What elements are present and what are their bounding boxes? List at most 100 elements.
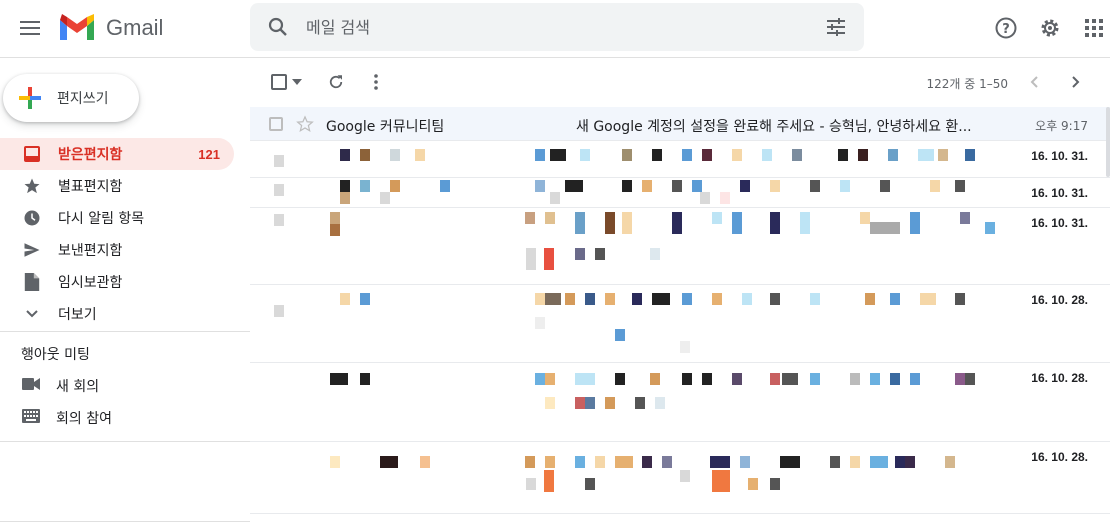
blurred-mail-row[interactable]: 16. 10. 31.	[250, 178, 1110, 208]
sidebar-item-drafts[interactable]: 임시보관함	[0, 266, 234, 298]
redaction-block	[585, 397, 595, 409]
sidebar-divider	[0, 441, 250, 442]
redaction-block	[682, 293, 692, 305]
compose-button[interactable]: 편지쓰기	[3, 74, 139, 122]
redaction-block	[545, 373, 555, 385]
redaction-block	[380, 192, 390, 204]
redaction-block	[420, 456, 430, 468]
refresh-icon[interactable]	[324, 70, 348, 94]
more-vert-icon[interactable]	[364, 70, 388, 94]
mail-subject: 새 Google 계정의 설정을 완료해 주세요 - 승혁님, 안녕하세요 환.…	[576, 119, 972, 135]
select-all-checkbox[interactable]	[266, 70, 306, 94]
redaction-block	[860, 212, 870, 224]
search-icon[interactable]	[266, 15, 290, 39]
blurred-mail-row[interactable]: 16. 10. 28.	[250, 285, 1110, 363]
redaction-block	[652, 293, 670, 305]
next-page-icon[interactable]	[1064, 70, 1088, 94]
blurred-mail-row[interactable]: 16. 10. 28.	[250, 363, 1110, 442]
redaction-block	[870, 373, 880, 385]
meet-join-meeting[interactable]: 회의 참여	[22, 402, 112, 434]
redaction-block	[850, 456, 860, 468]
redaction-block	[585, 293, 595, 305]
mail-date: 16. 10. 31.	[1031, 149, 1088, 163]
redaction-block	[880, 180, 890, 192]
sidebar-nav: 받은편지함 121 별표편지함 다시 알림 항목 보낸편지함 임시보관함 더보기	[0, 138, 250, 330]
sidebar-item-label: 보낸편지함	[58, 243, 123, 259]
star-outline-icon[interactable]	[296, 115, 314, 133]
redaction-block	[642, 456, 652, 468]
mail-date: 16. 10. 31.	[1031, 186, 1088, 200]
redaction-block	[672, 212, 682, 234]
redaction-block	[535, 149, 545, 161]
redaction-block	[340, 293, 350, 305]
row-checkbox[interactable]	[269, 117, 283, 131]
settings-icon[interactable]	[1033, 11, 1067, 45]
search-bar[interactable]	[250, 3, 864, 51]
mail-row[interactable]: Google 커뮤니티팀 새 Google 계정의 설정을 완료해 주세요 - …	[250, 107, 1110, 141]
redaction-block	[535, 180, 545, 192]
redaction-block	[575, 248, 585, 260]
redaction-block	[682, 149, 692, 161]
redaction-block	[905, 456, 915, 468]
redaction-block	[415, 149, 425, 161]
redaction-block	[622, 180, 632, 192]
apps-icon[interactable]	[1077, 11, 1110, 45]
redaction-block	[840, 180, 850, 192]
redaction-block	[770, 180, 780, 192]
redaction-block	[732, 212, 742, 234]
redaction-block	[544, 470, 554, 492]
redaction-block	[965, 149, 975, 161]
redaction-block	[680, 470, 690, 482]
redaction-block	[360, 180, 370, 192]
redaction-block	[274, 184, 284, 196]
redaction-block	[622, 149, 632, 161]
help-icon[interactable]: ?	[989, 11, 1023, 45]
redaction-block	[888, 149, 898, 161]
sidebar-item-more[interactable]: 더보기	[0, 298, 234, 330]
redaction-block	[565, 180, 583, 192]
sidebar-item-sent[interactable]: 보낸편지함	[0, 234, 234, 266]
redaction-block	[605, 397, 615, 409]
redaction-block	[526, 478, 536, 490]
blurred-mail-row[interactable]: 16. 10. 31.	[250, 208, 1110, 285]
gmail-logo[interactable]: Gmail	[58, 12, 163, 44]
redaction-block	[360, 373, 370, 385]
redaction-block	[945, 456, 955, 468]
redaction-block	[870, 222, 900, 234]
blurred-mail-row[interactable]: 16. 10. 31.	[250, 141, 1110, 178]
redaction-block	[340, 180, 350, 192]
redaction-block	[615, 329, 625, 341]
sidebar-item-starred[interactable]: 별표편지함	[0, 170, 234, 202]
redaction-block	[732, 373, 742, 385]
send-icon	[22, 240, 42, 260]
prev-page-icon[interactable]	[1022, 70, 1046, 94]
redaction-block	[712, 293, 722, 305]
blurred-mail-row[interactable]: 16. 10. 28.	[250, 442, 1110, 514]
mail-date: 16. 10. 28.	[1031, 450, 1088, 464]
caret-down-icon[interactable]	[291, 79, 302, 85]
sidebar-item-snoozed[interactable]: 다시 알림 항목	[0, 202, 234, 234]
svg-text:?: ?	[1002, 22, 1010, 37]
app-name: Gmail	[106, 15, 164, 40]
redaction-block	[340, 149, 350, 161]
redaction-block	[330, 212, 340, 224]
redaction-block	[770, 373, 780, 385]
inbox-icon	[22, 144, 42, 164]
redaction-block	[792, 149, 802, 161]
plus-icon	[19, 87, 41, 109]
meet-new-meeting[interactable]: 새 회의	[22, 370, 99, 402]
sidebar-item-label: 다시 알림 항목	[58, 211, 145, 227]
redaction-block	[890, 293, 900, 305]
redaction-block	[535, 373, 545, 385]
sidebar-item-inbox[interactable]: 받은편지함 121	[0, 138, 234, 170]
redaction-block	[930, 180, 940, 192]
search-input[interactable]	[306, 15, 806, 39]
redaction-block	[770, 478, 780, 490]
scrollbar[interactable]	[1106, 107, 1110, 177]
tune-icon[interactable]	[824, 15, 848, 39]
redaction-block	[550, 149, 566, 161]
mail-time: 오후 9:17	[1035, 119, 1088, 133]
menu-icon[interactable]	[14, 12, 46, 44]
redaction-block	[615, 456, 633, 468]
redaction-block	[545, 293, 561, 305]
